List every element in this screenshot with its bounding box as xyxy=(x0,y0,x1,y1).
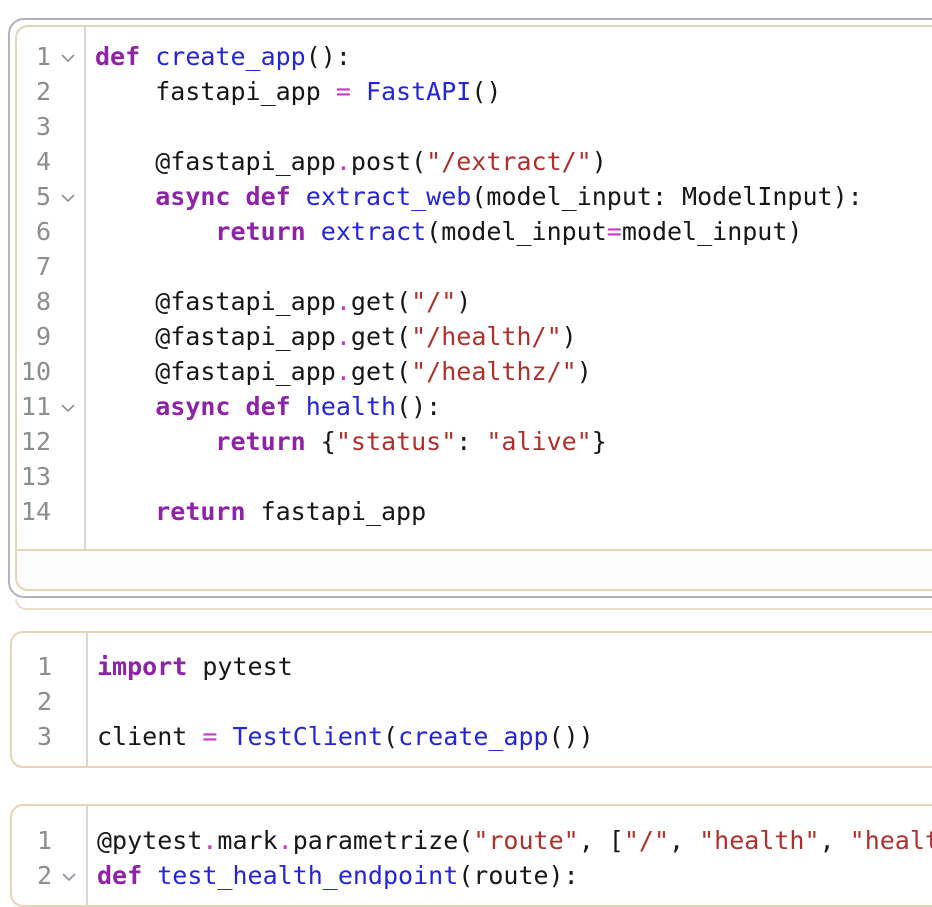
fold-spacer xyxy=(51,440,84,443)
line-number: 7 xyxy=(17,249,51,284)
code-text: import pytest xyxy=(86,649,293,684)
fold-spacer xyxy=(51,370,84,373)
code-line: 1 import pytest xyxy=(12,649,932,684)
empty-output-area xyxy=(17,551,932,589)
code-line: 3 client = TestClient(create_app()) xyxy=(12,719,932,754)
fold-spacer xyxy=(52,700,86,703)
fold-spacer xyxy=(52,839,86,842)
code-text: return extract(model_input=model_input) xyxy=(84,214,802,249)
code-text: client = TestClient(create_app()) xyxy=(86,719,594,754)
code-text: def test_health_endpoint(route): xyxy=(86,858,579,893)
line-number: 6 xyxy=(17,214,51,249)
line-number: 13 xyxy=(17,459,51,494)
code-line: 9 @fastapi_app.get("/health/") xyxy=(17,319,932,354)
code-text: return fastapi_app xyxy=(84,494,426,529)
line-number: 9 xyxy=(17,319,51,354)
code-line: 3 xyxy=(17,109,932,144)
line-number: 11 xyxy=(17,389,51,424)
line-number: 10 xyxy=(17,354,51,389)
line-number: 2 xyxy=(17,74,51,109)
line-number: 14 xyxy=(17,494,51,529)
fold-spacer xyxy=(51,335,84,338)
code-text: async def extract_web(model_input: Model… xyxy=(84,179,863,214)
code-text: return {"status": "alive"} xyxy=(84,424,607,459)
code-line: 14 return fastapi_app xyxy=(17,494,932,529)
fold-chevron-down-icon[interactable] xyxy=(51,401,84,413)
fold-spacer xyxy=(51,510,84,513)
code-text: fastapi_app = FastAPI() xyxy=(84,74,501,109)
fold-spacer xyxy=(51,90,84,93)
line-number: 2 xyxy=(12,858,52,893)
fold-spacer xyxy=(51,230,84,233)
code-block-create-app: 1def create_app():2 fastapi_app = FastAP… xyxy=(15,25,932,591)
line-number: 12 xyxy=(17,424,51,459)
code-line: 2 fastapi_app = FastAPI() xyxy=(17,74,932,109)
line-number: 1 xyxy=(17,39,51,74)
code-line: 6 return extract(model_input=model_input… xyxy=(17,214,932,249)
code-editor: 1def create_app():2 fastapi_app = FastAP… xyxy=(17,27,932,549)
code-text: @pytest.mark.parametrize("route", ["/", … xyxy=(86,823,932,858)
line-number: 4 xyxy=(17,144,51,179)
fold-chevron-down-icon[interactable] xyxy=(51,51,84,63)
code-editor: 1 import pytest 23 client = TestClient(crea… xyxy=(12,633,932,766)
code-line: 13 xyxy=(17,459,932,494)
line-number: 8 xyxy=(17,284,51,319)
fold-spacer xyxy=(51,160,84,163)
code-cell-stack: 1def create_app():2 fastapi_app = FastAP… xyxy=(8,18,932,598)
line-number: 1 xyxy=(12,823,52,858)
code-line: 10 @fastapi_app.get("/healthz/") xyxy=(17,354,932,389)
code-text: @fastapi_app.get("/healthz/") xyxy=(84,354,592,389)
fold-spacer xyxy=(51,265,84,268)
code-line: 7 xyxy=(17,249,932,284)
code-text: @fastapi_app.post("/extract/") xyxy=(84,144,607,179)
fold-spacer xyxy=(51,300,84,303)
code-line: 1 def create_app(): xyxy=(17,39,932,74)
fold-spacer xyxy=(52,665,86,668)
code-line: 11 async def health(): xyxy=(17,389,932,424)
code-line: 2 def test_health_endpoint(route): xyxy=(12,858,932,893)
fold-chevron-down-icon[interactable] xyxy=(52,870,86,882)
code-block-parametrized-test: 1 @pytest.mark.parametrize("route", ["/",… xyxy=(10,804,932,907)
line-number: 3 xyxy=(17,109,51,144)
fold-spacer xyxy=(52,735,86,738)
fold-spacer xyxy=(51,125,84,128)
code-line: 8 @fastapi_app.get("/") xyxy=(17,284,932,319)
code-line: 5 async def extract_web(model_input: Mod… xyxy=(17,179,932,214)
code-line: 2 xyxy=(12,684,932,719)
code-editor: 1 @pytest.mark.parametrize("route", ["/",… xyxy=(12,806,932,905)
code-line: 4 @fastapi_app.post("/extract/") xyxy=(17,144,932,179)
line-number: 5 xyxy=(17,179,51,214)
line-number: 3 xyxy=(12,719,52,754)
fold-chevron-down-icon[interactable] xyxy=(51,191,84,203)
code-line: 12 return {"status": "alive"} xyxy=(17,424,932,459)
line-number: 1 xyxy=(12,649,52,684)
code-text: async def health(): xyxy=(84,389,441,424)
code-block-test-setup: 1 import pytest 23 client = TestClient(crea… xyxy=(10,631,932,768)
code-text: @fastapi_app.get("/health/") xyxy=(84,319,577,354)
code-text: @fastapi_app.get("/") xyxy=(84,284,471,319)
code-text: def create_app(): xyxy=(84,39,351,74)
fold-spacer xyxy=(51,475,84,478)
line-number: 2 xyxy=(12,684,52,719)
code-line: 1 @pytest.mark.parametrize("route", ["/",… xyxy=(12,823,932,858)
stacked-card-edge xyxy=(15,599,932,610)
